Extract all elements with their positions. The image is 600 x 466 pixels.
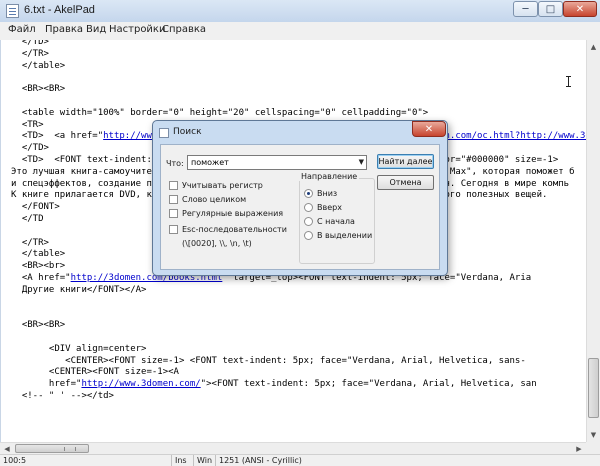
maximize-button[interactable]: □ (538, 1, 563, 17)
regex-checkbox[interactable]: Регулярные выражения (169, 209, 309, 221)
scroll-down-icon[interactable]: ▼ (587, 428, 600, 442)
editor-line[interactable]: <DIV align=center> (11, 344, 147, 354)
direction-down-label: Вниз (317, 189, 338, 198)
menu-help[interactable]: Справка (162, 24, 206, 35)
window-title: 6.txt - AkelPad (24, 4, 95, 16)
checkbox-box[interactable] (169, 225, 178, 234)
direction-group-title: Направление (299, 172, 360, 181)
escape-sequences-hint: (\[0020], \\, \n, \t) (182, 239, 252, 248)
whole-word-label: Слово целиком (182, 195, 247, 204)
direction-from-start-radio[interactable]: С начала (304, 217, 384, 229)
find-what-label: Что: (166, 159, 184, 168)
editor-line[interactable]: </FONT> (11, 202, 60, 212)
radio-dot[interactable] (304, 231, 313, 240)
regex-label: Регулярные выражения (182, 209, 284, 218)
direction-in-selection-label: В выделении (317, 231, 373, 240)
escape-sequences-label: Esc-последовательности (182, 225, 287, 234)
match-case-checkbox[interactable]: Учитывать регистр (169, 181, 309, 193)
checkbox-box[interactable] (169, 209, 178, 218)
dropdown-arrow-icon[interactable]: ▼ (359, 156, 364, 169)
dialog-app-icon (159, 128, 169, 138)
editor-line[interactable]: </table> (11, 61, 65, 71)
cancel-label: Отмена (389, 178, 422, 187)
editor-line[interactable]: <BR><BR> (11, 320, 65, 330)
editor-line[interactable]: </TD (11, 214, 44, 224)
minimize-icon: ─ (522, 3, 529, 15)
editor-line[interactable]: <BR><br> (11, 261, 65, 271)
direction-down-radio[interactable]: Вниз (304, 189, 384, 201)
editor-line[interactable]: <CENTER><FONT size=-1> <FONT text-indent… (11, 356, 526, 366)
menu-edit[interactable]: Правка (45, 24, 83, 35)
status-encoding[interactable]: 1251 (ANSI - Cyrillic) (216, 455, 346, 466)
status-newline[interactable]: Win (194, 455, 216, 466)
direction-up-radio[interactable]: Вверх (304, 203, 384, 215)
minimize-button[interactable]: ─ (513, 1, 538, 17)
find-next-button[interactable]: Найти далее (377, 154, 434, 169)
match-case-label: Учитывать регистр (182, 181, 263, 190)
scroll-up-icon[interactable]: ▲ (587, 40, 600, 54)
checkbox-box[interactable] (169, 181, 178, 190)
find-next-label: Найти далее (378, 157, 433, 166)
close-icon: ✕ (575, 3, 585, 15)
direction-in-selection-radio[interactable]: В выделении (304, 231, 384, 243)
horizontal-scrollbar[interactable]: ◀ ▶ (0, 442, 586, 454)
vertical-scroll-thumb[interactable] (588, 358, 599, 418)
direction-up-label: Вверх (317, 203, 342, 212)
menu-settings[interactable]: Настройки (109, 24, 165, 35)
status-bar: 100:5 Ins Win 1251 (ANSI - Cyrillic) (0, 454, 600, 466)
status-position: 100:5 (0, 455, 172, 466)
direction-from-start-label: С начала (317, 217, 355, 226)
checkbox-box[interactable] (169, 195, 178, 204)
find-what-value[interactable]: поможет (191, 158, 229, 167)
scroll-grip-icon (64, 447, 76, 451)
editor-line[interactable]: <BR><BR> (11, 84, 65, 94)
find-dialog-body: Что: поможет ▼ Учитывать регистр Слово ц… (160, 144, 440, 270)
status-insert-mode[interactable]: Ins (172, 455, 194, 466)
find-dialog: Поиск ✕ Что: поможет ▼ Учитывать регистр… (152, 120, 448, 276)
menu-bar: Файл Правка Вид Настройки Справка (0, 22, 600, 41)
editor-line[interactable]: Другие книги</FONT></A> (11, 285, 147, 295)
find-dialog-close-button[interactable]: ✕ (412, 121, 446, 137)
editor-line[interactable]: </TR> (11, 49, 49, 59)
title-bar[interactable]: 6.txt - AkelPad ─ □ ✕ (0, 0, 600, 23)
editor-line[interactable]: href="http://www.3domen.com/"><FONT text… (11, 379, 537, 389)
close-icon: ✕ (424, 123, 434, 135)
find-dialog-title: Поиск (173, 127, 202, 137)
vertical-scrollbar[interactable]: ▲ ▼ (586, 40, 600, 442)
close-button[interactable]: ✕ (563, 1, 597, 17)
escape-sequences-checkbox[interactable]: Esc-последовательности (169, 225, 309, 237)
find-what-combobox[interactable]: поможет ▼ (187, 155, 367, 170)
scroll-right-icon[interactable]: ▶ (572, 443, 586, 454)
editor-line[interactable]: <CENTER><FONT size=-1><A (11, 367, 179, 377)
editor-link[interactable]: http://www.3domen.com/ (81, 379, 200, 389)
scrollbar-corner (586, 442, 600, 454)
editor-line[interactable]: <table width="100%" border="0" height="2… (11, 108, 428, 118)
editor-line[interactable]: <TR> (11, 120, 44, 130)
menu-view[interactable]: Вид (86, 24, 106, 35)
editor-line[interactable]: </table> (11, 249, 65, 259)
radio-dot[interactable] (304, 203, 313, 212)
horizontal-scroll-thumb[interactable] (15, 444, 89, 453)
maximize-icon: □ (545, 3, 556, 15)
radio-dot[interactable] (304, 189, 313, 198)
scroll-left-icon[interactable]: ◀ (0, 443, 14, 454)
cancel-button[interactable]: Отмена (377, 175, 434, 190)
akelpad-app-icon[interactable] (6, 4, 19, 18)
menu-file[interactable]: Файл (8, 24, 36, 35)
editor-line[interactable]: </TR> (11, 238, 49, 248)
editor-line[interactable]: <!-- " ' --></td> (11, 391, 114, 401)
whole-word-checkbox[interactable]: Слово целиком (169, 195, 309, 207)
editor-line[interactable]: </TD> (11, 40, 49, 47)
editor-line[interactable]: </TD> (11, 143, 49, 153)
ibeam-cursor-icon (566, 76, 571, 87)
radio-dot[interactable] (304, 217, 313, 226)
